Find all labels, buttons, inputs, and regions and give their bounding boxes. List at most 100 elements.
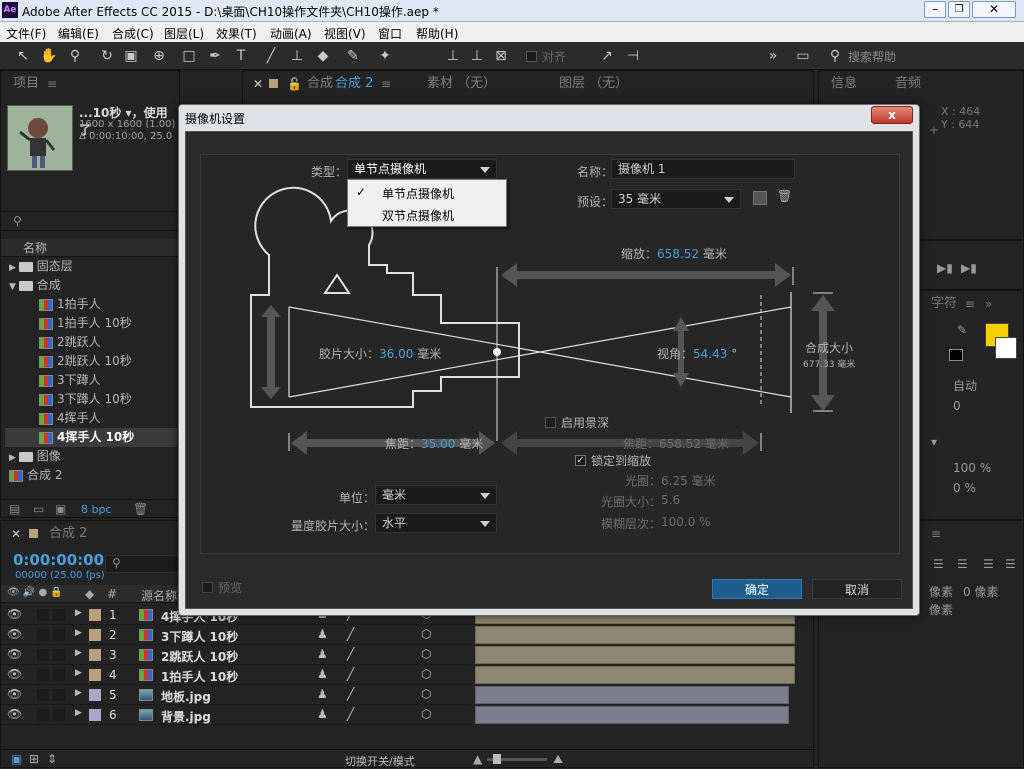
comp-flowchart-icon[interactable]: ▣ xyxy=(11,752,22,766)
project-item[interactable]: ▶ 图像 xyxy=(5,447,177,466)
lock-icon[interactable]: 🔓 xyxy=(287,77,302,91)
layer-row[interactable]: 👁 ▶ 4 1拍手人 10秒 ♟ ╱ ⬡ xyxy=(1,665,471,685)
twirl-right-icon[interactable]: ▶ xyxy=(75,708,82,718)
shy-switch-icon[interactable]: ♟ xyxy=(317,647,328,661)
layer-row[interactable]: 👁 ▶ 6 背景.jpg ♟ ╱ ⬡ xyxy=(1,705,471,725)
twirl-right-icon[interactable]: ▶ xyxy=(75,668,82,678)
3d-layer-icon[interactable]: ⬡ xyxy=(421,647,431,661)
twirl-right-icon[interactable]: ▶ xyxy=(75,608,82,618)
eye-icon[interactable]: 👁 xyxy=(7,687,22,701)
3d-layer-icon[interactable]: ⬡ xyxy=(421,627,431,641)
dialog-close-button[interactable]: x xyxy=(871,106,913,124)
quality-switch-icon[interactable]: ╱ xyxy=(347,707,354,721)
selection-tool-icon[interactable]: ↖ xyxy=(14,47,32,65)
lock-box[interactable] xyxy=(53,689,65,701)
project-tab[interactable]: 项目 xyxy=(13,71,39,97)
save-preset-icon[interactable] xyxy=(753,191,767,205)
project-item[interactable]: ▼ 合成 xyxy=(5,276,177,295)
enable-dof-checkbox[interactable] xyxy=(545,417,556,428)
eye-icon[interactable]: 👁 xyxy=(7,707,22,721)
puppet-tool-icon[interactable]: ✦ xyxy=(376,47,394,65)
project-item[interactable]: ▶ 固态层 xyxy=(5,257,177,276)
dropdown-icon[interactable]: ▾ xyxy=(931,435,937,449)
layer-label-color[interactable] xyxy=(89,709,101,721)
shy-switch-icon[interactable]: ♟ xyxy=(317,667,328,681)
option-two-node-camera[interactable]: 双节点摄像机 xyxy=(382,207,454,224)
brush-tool-icon[interactable]: ╱ xyxy=(262,47,280,65)
shy-switch-icon[interactable]: ♟ xyxy=(317,627,328,641)
vertical-scale-value[interactable]: 100 % xyxy=(953,461,991,475)
twirl-right-icon[interactable]: ▶ xyxy=(9,453,19,463)
preview-checkbox[interactable] xyxy=(202,582,213,593)
layer-duration-bar[interactable] xyxy=(475,646,795,664)
eyedropper-icon[interactable]: ✎ xyxy=(957,323,967,337)
measure-film-select[interactable]: 水平 xyxy=(375,513,497,533)
layer-row[interactable]: 👁 ▶ 2 3下蹲人 10秒 ♟ ╱ ⬡ xyxy=(1,625,471,645)
eye-icon[interactable]: 👁 xyxy=(7,627,22,641)
option-one-node-camera[interactable]: 单节点摄像机 xyxy=(382,185,454,202)
menu-layer[interactable]: 图层(L) xyxy=(164,25,204,42)
lock-to-zoom-checkbox[interactable]: ✓ xyxy=(575,455,586,466)
new-comp-icon[interactable]: ▣ xyxy=(55,502,66,516)
layer-duration-bar[interactable] xyxy=(475,706,789,724)
last-frame-icon[interactable]: ▶▮ xyxy=(961,261,977,275)
rotate-tool-icon[interactable]: ↻ xyxy=(98,47,116,65)
solo-box[interactable] xyxy=(37,689,49,701)
layer-label-color[interactable] xyxy=(89,609,101,621)
menu-file[interactable]: 文件(F) xyxy=(6,25,46,42)
layer-row[interactable]: 👁 ▶ 5 地板.jpg ♟ ╱ ⬡ xyxy=(1,685,471,705)
toggle-panes-icon[interactable]: ⊞ xyxy=(29,752,39,766)
pen-tool-icon[interactable]: ✒ xyxy=(206,47,224,65)
lock-box[interactable] xyxy=(53,649,65,661)
hand-tool-icon[interactable]: ✋ xyxy=(40,47,58,65)
black-swatch[interactable] xyxy=(949,349,963,361)
cancel-button[interactable]: 取消 xyxy=(812,579,902,599)
timeline-tab[interactable]: 合成 2 xyxy=(49,521,87,547)
close-window-button[interactable]: ✕ xyxy=(972,1,1016,18)
footage-tab[interactable]: 素材 （无） xyxy=(427,71,496,97)
align-left-icon[interactable]: ☰ xyxy=(933,557,944,571)
menu-effect[interactable]: 效果(T) xyxy=(216,25,257,42)
camera-name-input[interactable]: 摄像机 1 xyxy=(611,159,795,179)
solo-box[interactable] xyxy=(37,629,49,641)
layer-label-color[interactable] xyxy=(89,669,101,681)
layer-label-color[interactable] xyxy=(89,689,101,701)
quality-switch-icon[interactable]: ╱ xyxy=(347,667,354,681)
focal-length-value[interactable]: 35.00 xyxy=(421,437,455,451)
info-tab[interactable]: 信息 xyxy=(831,71,857,97)
align-right-icon[interactable]: ☰ xyxy=(983,557,994,571)
delete-preset-icon[interactable]: 🗑 xyxy=(777,189,792,203)
units-select[interactable]: 毫米 xyxy=(375,485,497,505)
snap-edges-icon[interactable]: ⊣ xyxy=(624,47,642,65)
zoom-out-icon[interactable]: ▲ xyxy=(473,752,482,766)
project-item[interactable]: 4挥手人 xyxy=(5,409,177,428)
shape-tool-icon[interactable]: □ xyxy=(180,47,198,65)
panel-overflow-icon[interactable]: » xyxy=(985,291,992,317)
bpc-toggle[interactable]: 8 bpc xyxy=(81,503,112,516)
project-item[interactable]: 合成 2 xyxy=(5,466,177,485)
twirl-down-icon[interactable]: ▼ xyxy=(9,282,19,292)
col-source-name[interactable]: 源名称 xyxy=(141,587,177,604)
layer-duration-bar[interactable] xyxy=(475,626,795,644)
layer-row[interactable]: 👁 ▶ 3 2跳跃人 10秒 ♟ ╱ ⬡ xyxy=(1,645,471,665)
project-item[interactable]: 3下蹲人 10秒 xyxy=(5,390,177,409)
3d-layer-icon[interactable]: ⬡ xyxy=(421,687,431,701)
project-item[interactable]: 2跳跃人 xyxy=(5,333,177,352)
auto-leading-value[interactable]: 自动 xyxy=(953,377,977,394)
lock-box[interactable] xyxy=(53,609,65,621)
zoom-value[interactable]: 658.52 xyxy=(657,247,699,261)
comp-tab-menu-icon[interactable]: ≡ xyxy=(381,71,391,97)
shy-switch-icon[interactable]: ♟ xyxy=(317,707,328,721)
eraser-tool-icon[interactable]: ◆ xyxy=(314,47,332,65)
project-column-name[interactable]: 名称 xyxy=(1,239,181,257)
camera-type-select[interactable]: 单节点摄像机 xyxy=(347,159,497,179)
3d-layer-icon[interactable]: ⬡ xyxy=(421,667,431,681)
clone-stamp-tool-icon[interactable]: ⊥ xyxy=(288,47,306,65)
align-center-icon[interactable]: ☰ xyxy=(957,557,968,571)
snap-option-icon[interactable]: ↗ xyxy=(598,47,616,65)
lock-box[interactable] xyxy=(53,629,65,641)
project-item[interactable]: 1拍手人 10秒 xyxy=(5,314,177,333)
workspace-icon[interactable]: ▭ xyxy=(794,47,812,65)
menu-window[interactable]: 窗口 xyxy=(378,25,402,42)
angle-value[interactable]: 54.43 xyxy=(693,347,727,361)
